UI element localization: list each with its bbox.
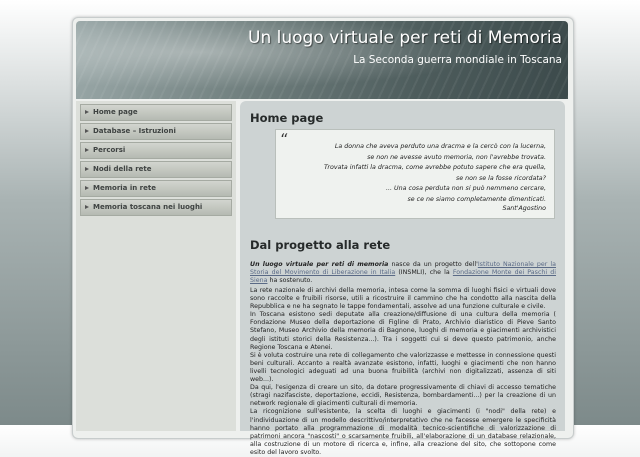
intro-text: nasce da un progetto dell' — [388, 261, 478, 268]
paragraph: In Toscana esistono sedi deputate alla c… — [250, 311, 556, 351]
site-subtitle: La Seconda guerra mondiale in Toscana — [353, 54, 562, 66]
paragraph: La ricognizione sull'esistente, la scelt… — [250, 408, 556, 456]
quote-box: “ La donna che aveva perduto una dracma … — [275, 129, 555, 219]
quote-author: Sant'Agostino — [502, 205, 546, 212]
site-header: Un luogo virtuale per reti di Memoria La… — [76, 21, 568, 99]
arrow-right-icon — [85, 167, 89, 171]
paragraph: Si è voluta costruire una rete di colleg… — [250, 351, 556, 384]
sidebar-menu: Home page Database – Istruzioni Percorsi… — [80, 104, 232, 218]
paragraph: Da qui, l'esigenza di creare un sito, da… — [250, 384, 556, 408]
sidebar-item-memoria-in-rete[interactable]: Memoria in rete — [80, 180, 232, 197]
arrow-right-icon — [85, 110, 89, 114]
quote-line: se ce ne siamo completamente dimenticati… — [407, 195, 546, 203]
sidebar-item-label: Home page — [93, 108, 138, 116]
project-name: Un luogo virtuale per reti di memoria — [250, 261, 389, 268]
section-title: Dal progetto alla rete — [250, 238, 391, 252]
quote-line: Trovata infatti la dracma, come avrebbe … — [324, 164, 546, 171]
sidebar-item-database[interactable]: Database – Istruzioni — [80, 123, 232, 140]
page-title: Home page — [250, 111, 324, 125]
arrow-right-icon — [85, 148, 89, 152]
quote-line: La donna che aveva perduto una dracma e … — [334, 143, 546, 150]
quote-line: ... Una cosa perduta non si può nemmeno … — [386, 185, 546, 192]
sidebar: Home page Database – Istruzioni Percorsi… — [76, 101, 236, 431]
quote-mark-icon: “ — [280, 130, 289, 149]
quote-line: se non se la fosse ricordata? — [455, 174, 546, 182]
arrow-right-icon — [85, 205, 89, 209]
sidebar-item-label: Memoria in rete — [93, 184, 156, 192]
intro-text: ha sostenuto. — [267, 277, 313, 285]
sidebar-item-label: Memoria toscana nei luoghi — [93, 203, 203, 211]
main-content: Home page “ La donna che aveva perduto u… — [240, 101, 565, 456]
sidebar-item-label: Database – Istruzioni — [93, 127, 176, 135]
sidebar-item-home[interactable]: Home page — [80, 104, 232, 121]
quote-line: se non ne avesse avuto memoria, non l'av… — [367, 153, 546, 161]
sidebar-item-label: Percorsi — [93, 146, 126, 154]
sidebar-item-label: Nodi della rete — [93, 165, 152, 173]
arrow-right-icon — [85, 129, 89, 133]
body-text: La rete nazionale di archivi della memor… — [250, 287, 556, 457]
sidebar-item-nodi[interactable]: Nodi della rete — [80, 161, 232, 178]
intro-paragraph: Un luogo virtuale per reti di memoria na… — [250, 261, 556, 285]
sidebar-item-percorsi[interactable]: Percorsi — [80, 142, 232, 159]
paragraph: La rete nazionale di archivi della memor… — [250, 287, 556, 311]
intro-text: (INSMLI), che la — [395, 269, 453, 277]
sidebar-item-memoria-toscana[interactable]: Memoria toscana nei luoghi — [80, 199, 232, 216]
quote-text: La donna che aveva perduto una dracma e … — [324, 142, 546, 205]
arrow-right-icon — [85, 186, 89, 190]
site-title: Un luogo virtuale per reti di Memoria — [248, 28, 562, 48]
